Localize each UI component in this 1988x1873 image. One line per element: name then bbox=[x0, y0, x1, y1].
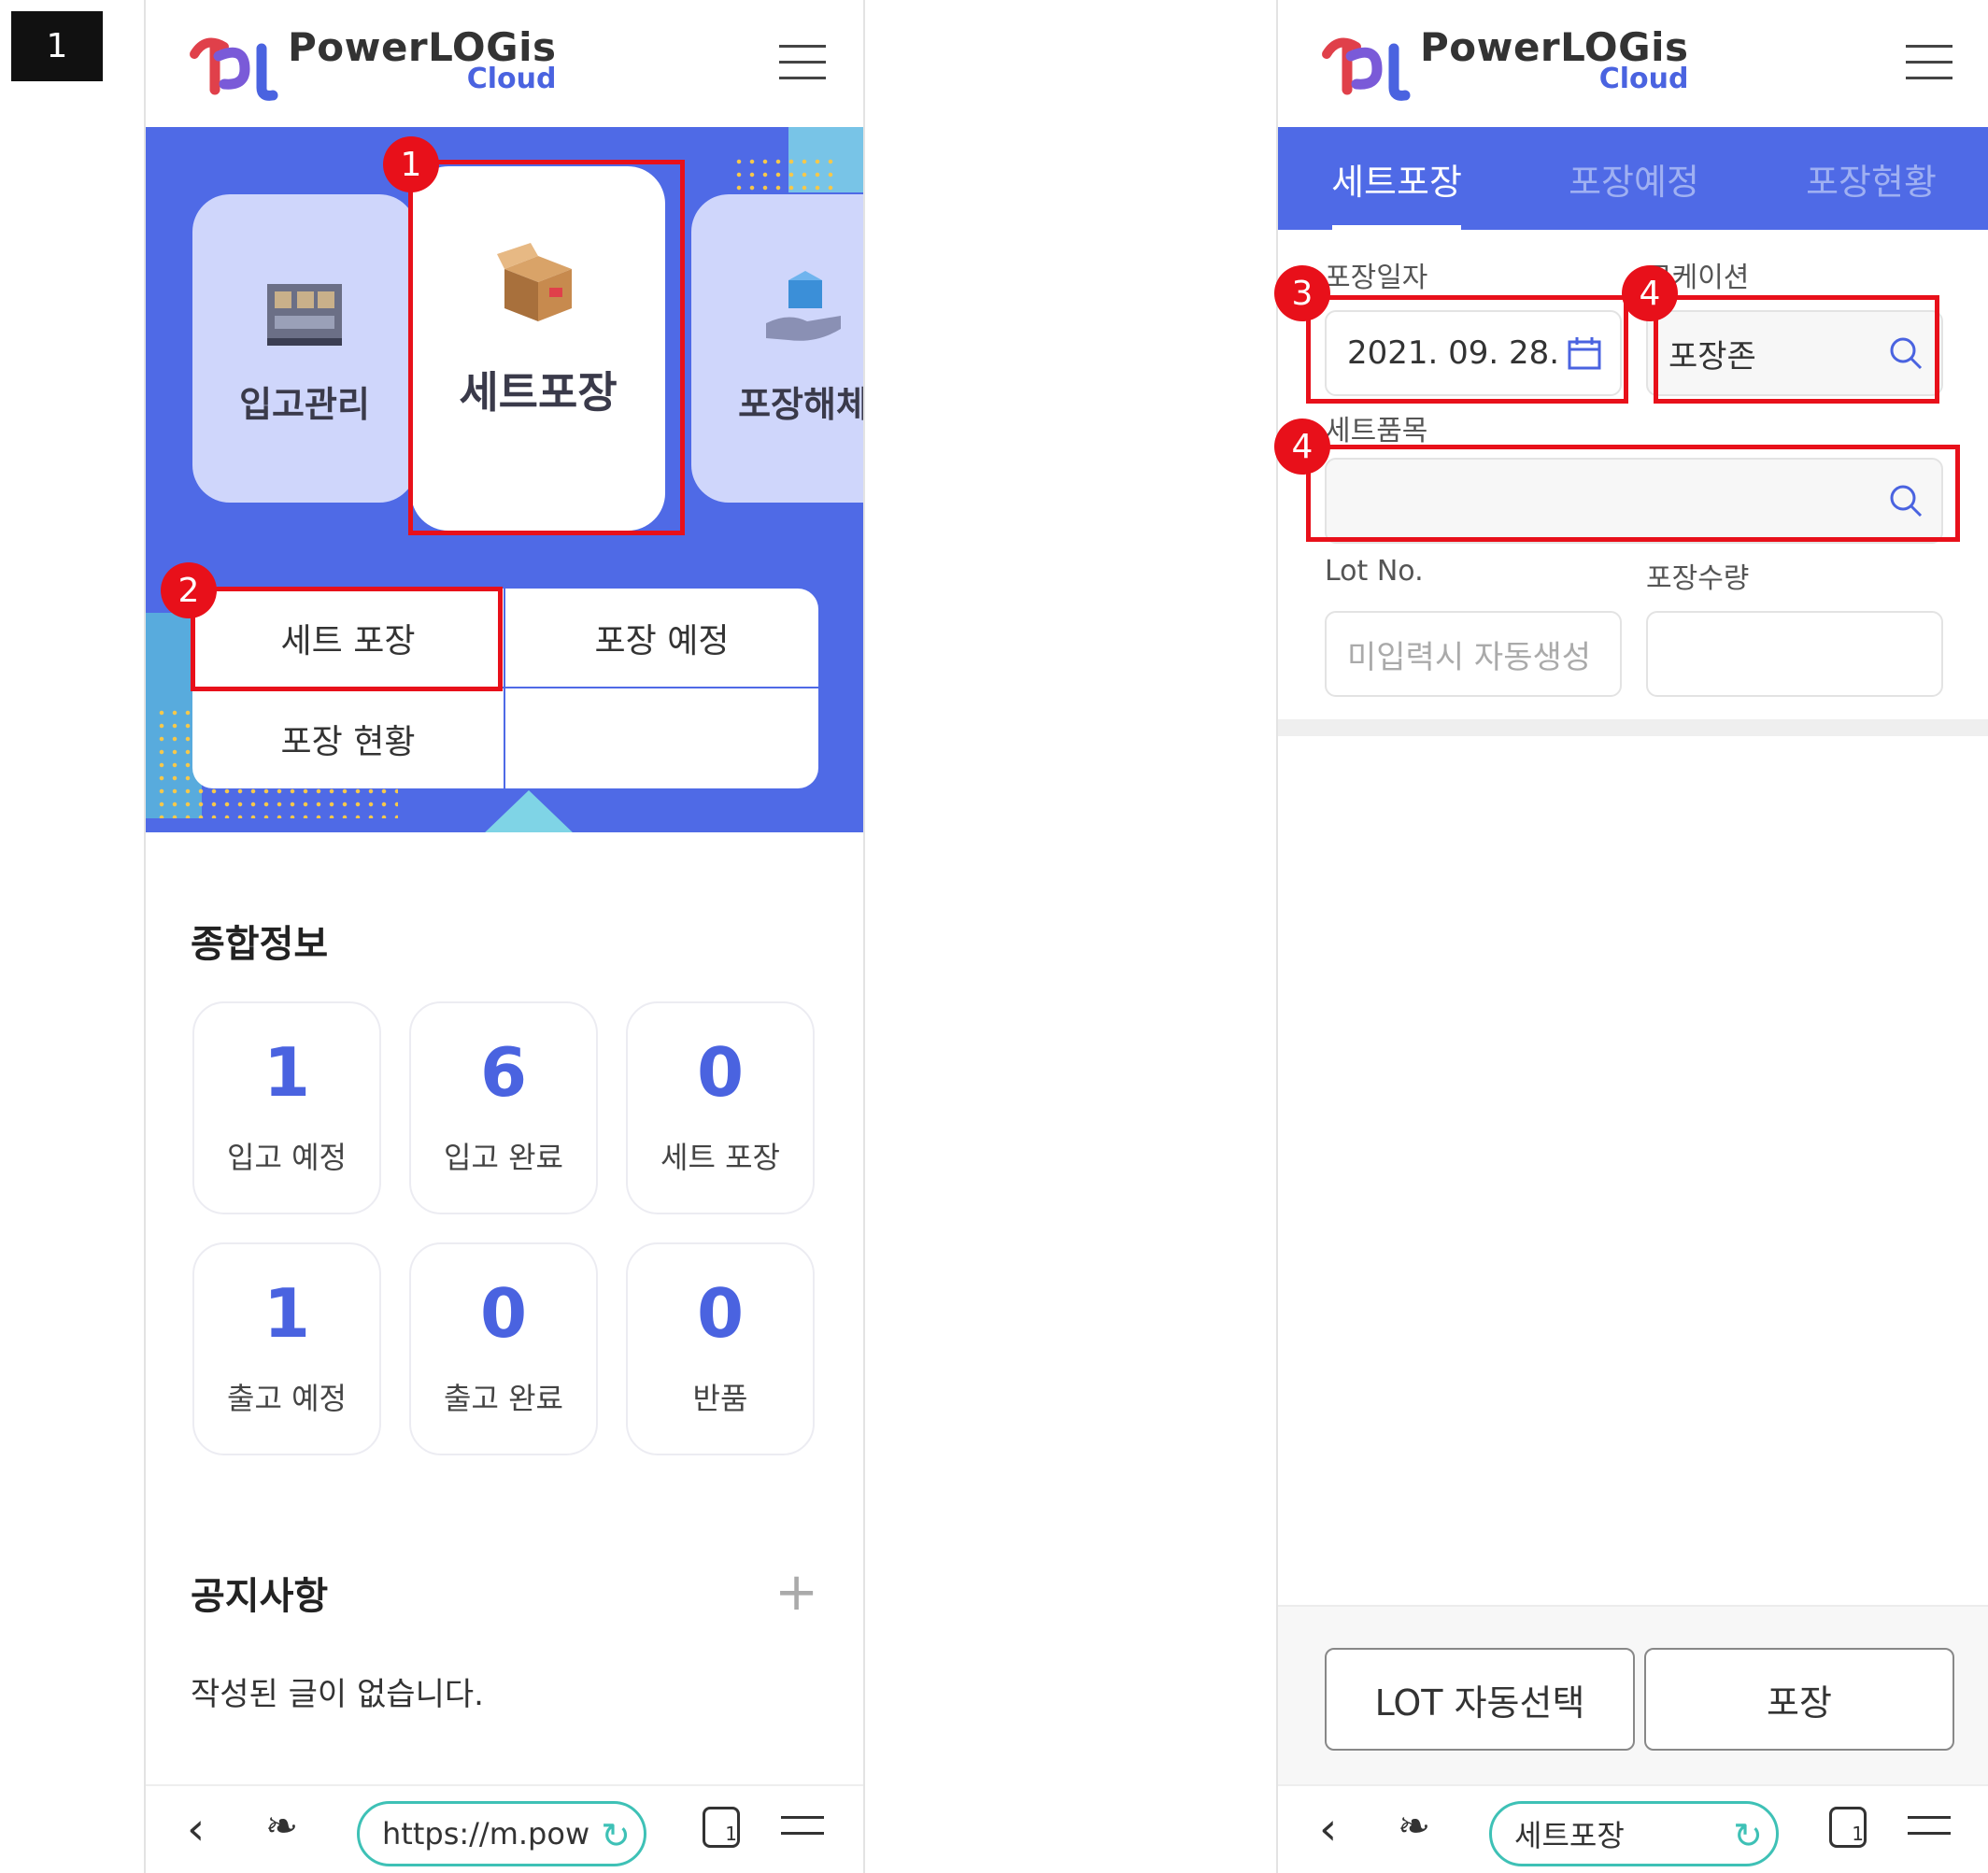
app-logo[interactable]: PowerLOGis Cloud bbox=[1319, 28, 1688, 103]
highlight-box bbox=[191, 587, 503, 691]
section-divider bbox=[1278, 719, 1988, 736]
action-bar: LOT 자동선택 포장 bbox=[1278, 1605, 1988, 1786]
stat-card[interactable]: 1 입고 예정 bbox=[192, 1001, 381, 1214]
highlight-box bbox=[408, 160, 685, 535]
stat-value: 0 bbox=[479, 1274, 528, 1353]
highlight-box bbox=[1306, 445, 1960, 542]
hand-box-icon bbox=[766, 271, 841, 341]
app-logo[interactable]: PowerLOGis Cloud bbox=[187, 28, 556, 103]
set-item-label: 세트품목 bbox=[1325, 415, 1428, 447]
hero-dots bbox=[732, 155, 835, 192]
leaf-icon[interactable]: ❧ bbox=[1398, 1803, 1430, 1849]
lot-placeholder: 미입력시 자동생성 bbox=[1347, 638, 1592, 676]
browser-menu-icon[interactable] bbox=[781, 1816, 824, 1848]
leaf-icon[interactable]: ❧ bbox=[265, 1803, 298, 1849]
url-bar[interactable]: 세트포장 ↻ bbox=[1489, 1801, 1779, 1866]
submenu-packing-schedule[interactable]: 포장 예정 bbox=[505, 589, 818, 688]
browser-toolbar: ‹ ❧ https://m.pow ↻ 1 bbox=[146, 1784, 863, 1873]
date-label: 포장일자 bbox=[1325, 262, 1428, 294]
summary-title: 종합정보 bbox=[191, 923, 329, 966]
step-label: 1 bbox=[11, 11, 103, 81]
notice-more-icon[interactable]: + bbox=[774, 1567, 818, 1619]
step-badge: 4 bbox=[1622, 265, 1678, 321]
quantity-field[interactable] bbox=[1646, 611, 1943, 697]
stat-value: 6 bbox=[479, 1033, 528, 1112]
tab-packing-schedule[interactable]: 포장예정 bbox=[1515, 127, 1753, 230]
stat-card[interactable]: 0 반품 bbox=[626, 1242, 815, 1455]
back-icon[interactable]: ‹ bbox=[1319, 1803, 1337, 1855]
pack-button[interactable]: 포장 bbox=[1644, 1648, 1954, 1751]
tab-bar: 세트포장 포장예정 포장현황 bbox=[1278, 127, 1988, 230]
browser-menu-icon[interactable] bbox=[1908, 1816, 1951, 1848]
stat-label: 출고 예정 bbox=[227, 1381, 347, 1416]
warehouse-icon bbox=[267, 284, 342, 346]
tabs-icon[interactable]: 1 bbox=[703, 1807, 740, 1848]
stat-value: 1 bbox=[263, 1033, 311, 1112]
stat-card[interactable]: 0 세트 포장 bbox=[626, 1001, 815, 1214]
menu-card-unpacking[interactable]: 포장해체 bbox=[691, 194, 863, 503]
submenu-packing-status[interactable]: 포장 현황 bbox=[192, 688, 505, 788]
stat-label: 반품 bbox=[692, 1381, 748, 1416]
tab-set-packing[interactable]: 세트포장 bbox=[1278, 127, 1515, 230]
stat-card[interactable]: 0 출고 완료 bbox=[409, 1242, 598, 1455]
app-header: PowerLOGis Cloud bbox=[1278, 0, 1988, 127]
step-badge: 4 bbox=[1274, 419, 1330, 475]
menu-card-inbound[interactable]: 입고관리 bbox=[192, 194, 417, 503]
hamburger-menu-icon[interactable] bbox=[779, 45, 826, 82]
quantity-label: 포장수량 bbox=[1646, 562, 1750, 595]
refresh-icon[interactable]: ↻ bbox=[601, 1815, 631, 1856]
lot-field[interactable]: 미입력시 자동생성 bbox=[1325, 611, 1622, 697]
step-badge: 1 bbox=[383, 136, 439, 192]
stat-card[interactable]: 1 출고 예정 bbox=[192, 1242, 381, 1455]
stat-label: 입고 완료 bbox=[444, 1140, 563, 1175]
stat-label: 입고 예정 bbox=[227, 1140, 347, 1175]
stat-value: 0 bbox=[696, 1274, 745, 1353]
logo-icon bbox=[1322, 37, 1411, 101]
stat-card[interactable]: 6 입고 완료 bbox=[409, 1001, 598, 1214]
url-bar[interactable]: https://m.pow ↻ bbox=[357, 1801, 646, 1866]
notice-title: 공지사항 bbox=[191, 1575, 329, 1618]
refresh-icon[interactable]: ↻ bbox=[1733, 1815, 1763, 1856]
step-badge: 3 bbox=[1274, 265, 1330, 321]
lot-label: Lot No. bbox=[1325, 555, 1424, 588]
stat-label: 세트 포장 bbox=[660, 1140, 780, 1175]
stat-value: 0 bbox=[696, 1033, 745, 1112]
brand-title: PowerLOGis bbox=[1420, 24, 1689, 70]
tab-packing-status[interactable]: 포장현황 bbox=[1753, 127, 1988, 230]
highlight-box bbox=[1306, 295, 1628, 404]
tabs-icon[interactable]: 1 bbox=[1829, 1807, 1867, 1848]
hamburger-menu-icon[interactable] bbox=[1906, 45, 1952, 82]
logo-icon bbox=[190, 37, 278, 101]
brand-title: PowerLOGis bbox=[288, 24, 557, 70]
stat-label: 출고 완료 bbox=[444, 1381, 563, 1416]
stat-value: 1 bbox=[263, 1274, 311, 1353]
url-text: https://m.pow bbox=[382, 1816, 590, 1852]
back-icon[interactable]: ‹ bbox=[187, 1803, 205, 1855]
lot-auto-select-button[interactable]: LOT 자동선택 bbox=[1325, 1648, 1635, 1751]
submenu-empty-cell bbox=[505, 688, 818, 788]
app-header: PowerLOGis Cloud bbox=[146, 0, 863, 127]
notice-empty-text: 작성된 글이 없습니다. bbox=[191, 1676, 484, 1713]
menu-card-label: 입고관리 bbox=[239, 384, 370, 425]
menu-card-label: 포장해체 bbox=[738, 384, 863, 425]
page-title-text: 세트포장 bbox=[1514, 1818, 1625, 1853]
browser-toolbar: ‹ ❧ 세트포장 ↻ 1 bbox=[1278, 1784, 1988, 1873]
hero-decoration bbox=[482, 790, 575, 832]
step-badge: 2 bbox=[161, 562, 217, 618]
highlight-box bbox=[1654, 295, 1939, 404]
